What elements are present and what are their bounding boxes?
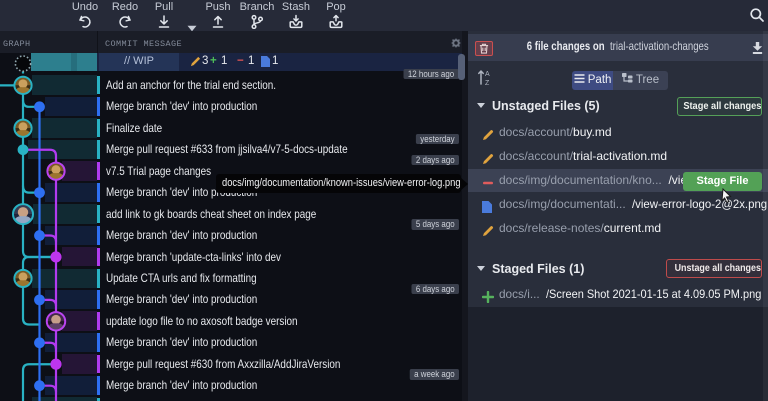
svg-text:Z: Z [485, 80, 490, 86]
svg-text:A: A [485, 71, 490, 78]
